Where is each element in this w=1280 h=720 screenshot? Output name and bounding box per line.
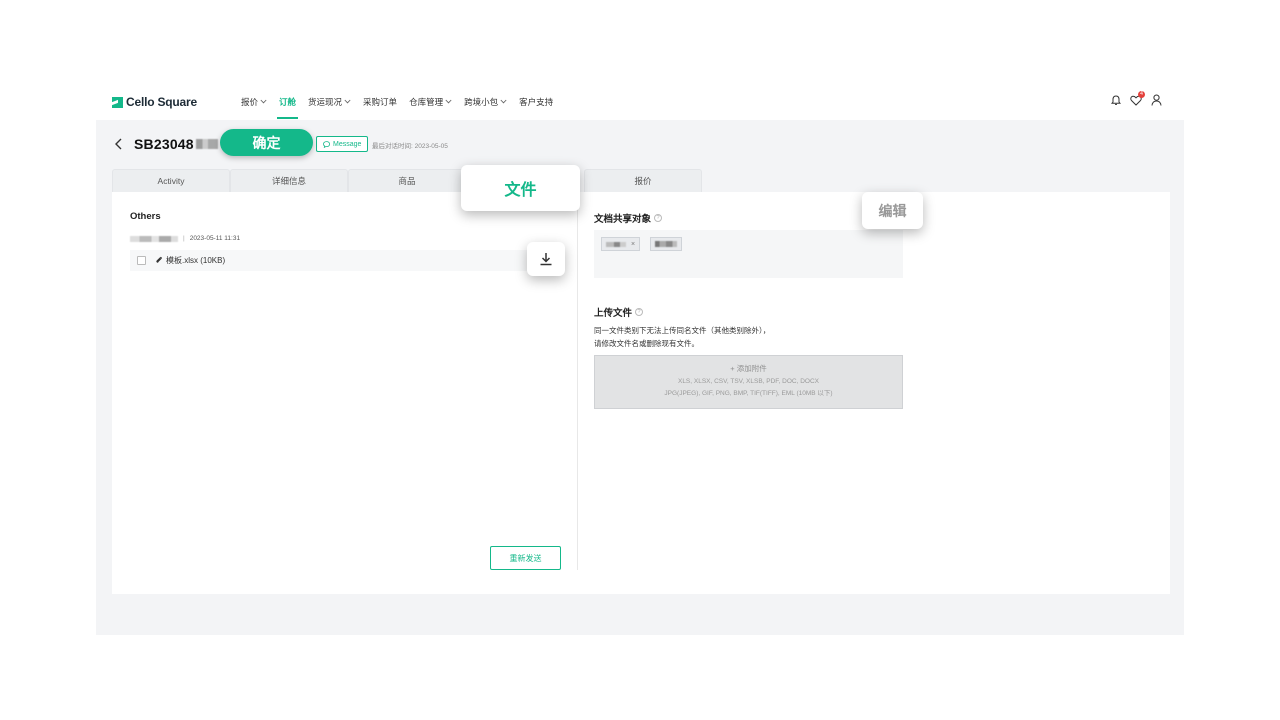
chevron-down-icon: [500, 99, 507, 106]
nav-item-label: 订舱: [279, 97, 297, 107]
page-header: SB23048: [112, 132, 218, 156]
bell-icon[interactable]: [1111, 94, 1121, 106]
tab-products[interactable]: 商品: [348, 169, 466, 192]
logo[interactable]: Cello Square: [112, 95, 197, 109]
recipient-chip[interactable]: ×: [601, 237, 641, 251]
sender-row: | 2023-05-11 11:31: [130, 235, 240, 242]
tab-files[interactable]: 文件: [461, 165, 580, 211]
notification-badge: 4: [1138, 90, 1145, 98]
redacted-suffix: [195, 139, 218, 149]
file-checkbox[interactable]: [137, 256, 146, 265]
nav-item[interactable]: 订舱: [277, 84, 299, 120]
tab-quote[interactable]: 报价: [584, 169, 702, 192]
paperclip-icon: [155, 256, 163, 266]
message-button-label: Message: [333, 140, 362, 148]
share-title-label: 文档共享对象: [594, 214, 652, 225]
file-name[interactable]: 模板.xlsx (10KB): [166, 255, 225, 266]
chat-icon: [323, 140, 330, 148]
column-divider: [577, 200, 578, 570]
nav-item-label: 货运现况: [308, 97, 343, 107]
upload-time: 2023-05-11 11:31: [189, 235, 241, 242]
upload-title-label: 上传文件: [594, 308, 633, 319]
confirm-button[interactable]: 确定: [220, 129, 313, 156]
wishlist-icon[interactable]: 4: [1130, 90, 1145, 106]
download-button[interactable]: [527, 242, 565, 276]
file-row[interactable]: 模板.xlsx (10KB): [130, 250, 560, 271]
nav-item-label: 客户支持: [519, 97, 554, 107]
nav-item[interactable]: 报价: [241, 84, 267, 120]
redacted-sender: [130, 235, 178, 242]
page-title: SB23048: [134, 136, 194, 152]
upload-section-title: 上传文件 ?: [594, 305, 644, 319]
logo-text: Cello Square: [126, 95, 197, 109]
add-attachment-label[interactable]: + 添加附件: [730, 363, 766, 376]
nav-item[interactable]: 货运现况: [308, 84, 351, 120]
edit-button[interactable]: 编辑: [862, 192, 923, 229]
resend-button[interactable]: 重新发送: [490, 546, 561, 570]
nav-item-label: 采购订单: [363, 97, 398, 107]
chevron-down-icon: [344, 99, 351, 106]
download-icon: [540, 253, 552, 266]
top-nav: Cello Square 报价 订舱 货运现况 采购订单 仓库管理 跨境小包 客户支持 4: [96, 84, 1184, 120]
upload-desc-line: 请修改文件名或删除现有文件。: [594, 339, 699, 348]
nav-item[interactable]: 仓库管理: [409, 84, 452, 120]
message-button[interactable]: Message: [316, 136, 369, 152]
logo-mark-icon: [112, 96, 123, 108]
upload-description: 同一文件类别下无法上传同名文件（其他类别除外）， 请修改文件名或删除现有文件。: [594, 324, 770, 350]
tab-details[interactable]: 详细信息: [230, 169, 348, 192]
redacted-recipient: [655, 241, 677, 247]
back-icon[interactable]: [112, 137, 126, 151]
last-chat-time: 最后对话时间: 2023-05-05: [372, 143, 448, 150]
chip-remove-icon[interactable]: ×: [631, 241, 635, 248]
help-icon[interactable]: ?: [635, 308, 644, 316]
upload-dropzone[interactable]: + 添加附件 XLS, XLSX, CSV, TSV, XLSB, PDF, D…: [594, 355, 903, 409]
share-section-title: 文档共享对象 ?: [594, 211, 663, 225]
others-section-title: Others: [130, 211, 161, 222]
nav-item[interactable]: 采购订单: [363, 84, 397, 120]
redacted-recipient: [606, 241, 626, 247]
allowed-types: JPG(JPEG), GIF, PNG, BMP, TIF(TIFF), EML…: [664, 390, 833, 398]
help-icon[interactable]: ?: [654, 214, 663, 222]
allowed-types: XLS, XLSX, CSV, TSV, XLSB, PDF, DOC, DOC…: [677, 377, 819, 385]
recipient-chip[interactable]: [650, 237, 682, 251]
chevron-down-icon: [445, 99, 452, 106]
user-icon[interactable]: [1151, 94, 1162, 106]
separator: |: [183, 235, 185, 242]
nav-item[interactable]: 客户支持: [519, 84, 553, 120]
share-recipients-box: ×: [594, 230, 903, 278]
tab-activity[interactable]: Activity: [112, 169, 230, 192]
nav-item[interactable]: 跨境小包: [464, 84, 507, 120]
nav-menu: 报价 订舱 货运现况 采购订单 仓库管理 跨境小包 客户支持: [241, 84, 565, 120]
nav-item-label: 报价: [241, 97, 259, 107]
chevron-down-icon: [260, 99, 267, 106]
tab-bar: Activity 详细信息 商品 报价: [112, 169, 702, 192]
nav-icons: 4: [1111, 90, 1162, 106]
upload-desc-line: 同一文件类别下无法上传同名文件（其他类别除外），: [594, 326, 771, 335]
nav-item-label: 跨境小包: [464, 97, 499, 107]
nav-item-label: 仓库管理: [409, 97, 444, 107]
